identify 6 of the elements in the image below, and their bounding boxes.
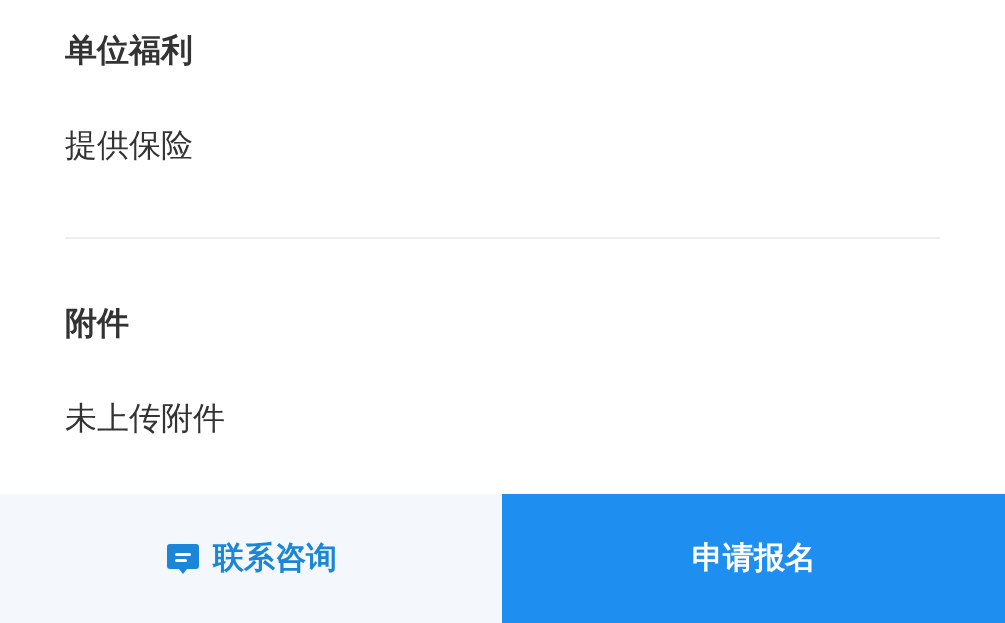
section-title: 单位福利 (65, 31, 193, 70)
section-value: 提供保险 (65, 126, 193, 165)
section-value: 未上传附件 (65, 399, 225, 438)
section-title: 附件 (65, 304, 129, 343)
apply-button[interactable]: 申请报名 (502, 494, 1005, 623)
contact-button[interactable]: 联系咨询 (0, 494, 502, 623)
